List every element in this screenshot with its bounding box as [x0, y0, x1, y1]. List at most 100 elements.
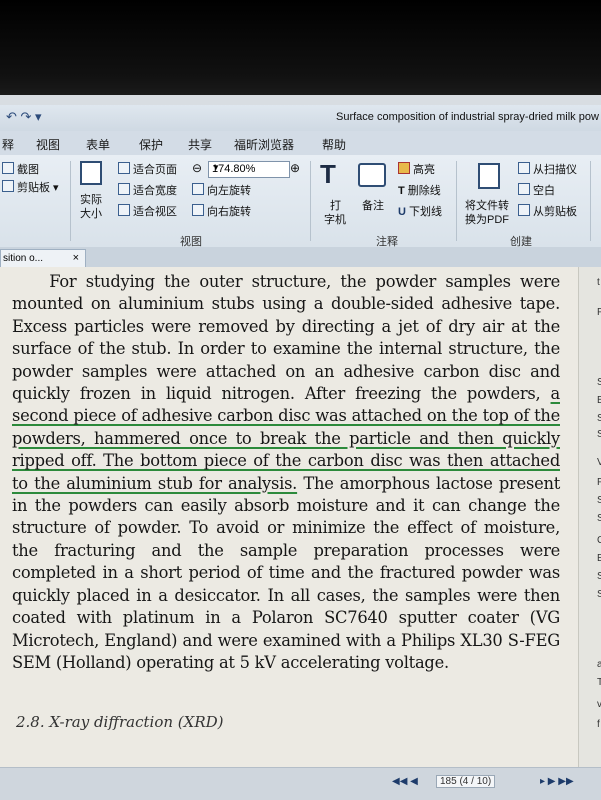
side-char: S	[597, 571, 601, 582]
strikeout-label: 删除线	[407, 185, 441, 197]
fit-page-label: 适合页面	[133, 164, 177, 176]
paragraph: For studying the outer structure, the po…	[12, 271, 560, 674]
menu-view[interactable]: 视图	[36, 136, 60, 153]
from-clipboard-label: 从剪贴板	[533, 206, 577, 218]
scanner-icon	[518, 162, 530, 174]
menu-help[interactable]: 帮助	[322, 136, 346, 153]
screenshot-button[interactable]: 截图	[2, 161, 39, 177]
fit-visible-button[interactable]: 适合视区	[118, 203, 177, 219]
actual-size-label-2[interactable]: 大小	[80, 205, 102, 221]
rotate-left-label: 向左旋转	[207, 185, 251, 197]
side-char: P	[597, 307, 601, 318]
ribbon-separator	[590, 161, 591, 241]
menu-bar: 释 视图 表单 保护 共享 福昕浏览器 帮助	[0, 131, 601, 155]
quick-access-toolbar[interactable]: ↶ ↷ ▾	[6, 109, 42, 125]
from-clipboard-button[interactable]: 从剪贴板	[518, 203, 577, 219]
side-char: t	[597, 277, 600, 288]
close-icon[interactable]: ×	[73, 252, 79, 264]
side-char: S	[597, 413, 601, 424]
actual-size-icon	[80, 161, 102, 185]
fit-width-icon	[118, 183, 130, 195]
status-bar: ◀◀ ◀ 185 (4 / 10) ▸ ▶ ▶▶	[0, 767, 601, 800]
side-char: E	[597, 553, 601, 564]
rotate-left-button[interactable]: 向左旋转	[192, 182, 251, 198]
side-char: V	[597, 457, 601, 468]
zoom-out-icon[interactable]: ⊖	[192, 161, 202, 175]
side-char: S	[597, 429, 601, 440]
title-bar: ↶ ↷ ▾ Surface composition of industrial …	[0, 105, 601, 131]
page-number-field[interactable]: 185 (4 / 10)	[436, 775, 496, 788]
document-tab[interactable]: sition o... ×	[0, 249, 86, 268]
side-char: C	[597, 535, 601, 546]
side-char: a	[597, 659, 601, 670]
ribbon-separator	[456, 161, 457, 241]
rotate-left-icon	[192, 183, 204, 195]
adjacent-page-edge: t P S B S S V F S S C E S S a T v f	[578, 267, 601, 767]
typewriter-icon[interactable]: T	[320, 159, 336, 190]
paste-icon	[518, 204, 530, 216]
from-scanner-button[interactable]: 从扫描仪	[518, 161, 577, 177]
strikeout-button[interactable]: T 删除线	[398, 182, 441, 198]
side-char: S	[597, 513, 601, 524]
fit-visible-label: 适合视区	[133, 206, 177, 218]
ribbon-separator	[70, 161, 71, 241]
convert-pdf-icon	[478, 163, 500, 189]
menu-share[interactable]: 共享	[188, 136, 212, 153]
rotate-right-label: 向右旋转	[207, 206, 251, 218]
fit-visible-icon	[118, 204, 130, 216]
screenshot-icon	[2, 162, 14, 174]
typewriter-label-2[interactable]: 字机	[324, 211, 346, 227]
note-label[interactable]: 备注	[362, 197, 384, 213]
menu-protect[interactable]: 保护	[139, 136, 163, 153]
underline-icon: U	[398, 206, 406, 218]
note-icon	[358, 163, 386, 187]
side-char: F	[597, 477, 601, 488]
side-char: T	[597, 677, 601, 688]
side-char: S	[597, 495, 601, 506]
rotate-right-icon	[192, 204, 204, 216]
highlight-icon	[398, 162, 410, 174]
menu-annotate[interactable]: 释	[2, 136, 14, 153]
side-char: S	[597, 377, 601, 388]
paragraph-text-2: The amorphous lactose present in the pow…	[12, 473, 560, 672]
chevron-down-icon: ▼	[212, 163, 220, 172]
side-char: f	[597, 719, 600, 730]
side-char: B	[597, 395, 601, 406]
fit-width-button[interactable]: 适合宽度	[118, 182, 177, 198]
highlight-button[interactable]: 高亮	[398, 161, 435, 177]
clipboard-icon	[2, 180, 14, 192]
next-page-buttons[interactable]: ▸ ▶ ▶▶	[540, 776, 574, 787]
blank-page-label: 空白	[533, 185, 555, 197]
fit-width-label: 适合宽度	[133, 185, 177, 197]
strikeout-icon: T	[398, 185, 405, 197]
zoom-in-icon[interactable]: ⊕	[290, 161, 300, 175]
blank-page-button[interactable]: 空白	[518, 182, 555, 198]
previous-page-buttons[interactable]: ◀◀ ◀	[392, 776, 418, 787]
clipboard-label: 剪贴板 ▾	[17, 182, 59, 194]
fit-page-button[interactable]: 适合页面	[118, 161, 177, 177]
document-tab-strip: sition o... ×	[0, 247, 601, 268]
app-window: ↶ ↷ ▾ Surface composition of industrial …	[0, 95, 601, 800]
rotate-right-button[interactable]: 向右旋转	[192, 203, 251, 219]
document-tab-label: sition o...	[3, 253, 44, 264]
section-heading: 2.8. X-ray diffraction (XRD)	[16, 713, 224, 731]
side-char: S	[597, 589, 601, 600]
paragraph-text-1: For studying the outer structure, the po…	[12, 272, 561, 404]
pdf-page: For studying the outer structure, the po…	[0, 267, 578, 767]
blank-page-icon	[518, 183, 530, 195]
ribbon: 截图 剪贴板 ▾ 实际 大小 适合页面 适合宽度 适合视区 ⊖ 174.80% …	[0, 155, 601, 248]
screenshot-label: 截图	[17, 164, 39, 176]
ribbon-separator	[310, 161, 311, 241]
clipboard-button[interactable]: 剪贴板 ▾	[2, 179, 59, 195]
fit-page-icon	[118, 162, 130, 174]
underline-label: 下划线	[408, 206, 442, 218]
underline-button[interactable]: U 下划线	[398, 203, 442, 219]
menu-form[interactable]: 表单	[86, 136, 110, 153]
monitor-bezel	[0, 0, 601, 95]
menu-foxit-browser[interactable]: 福昕浏览器	[234, 136, 294, 153]
zoom-select[interactable]: 174.80% ▼	[208, 161, 290, 178]
from-scanner-label: 从扫描仪	[533, 164, 577, 176]
side-char: v	[597, 699, 601, 710]
convert-pdf-label-2[interactable]: 换为PDF	[465, 211, 509, 227]
highlight-label: 高亮	[413, 164, 435, 176]
